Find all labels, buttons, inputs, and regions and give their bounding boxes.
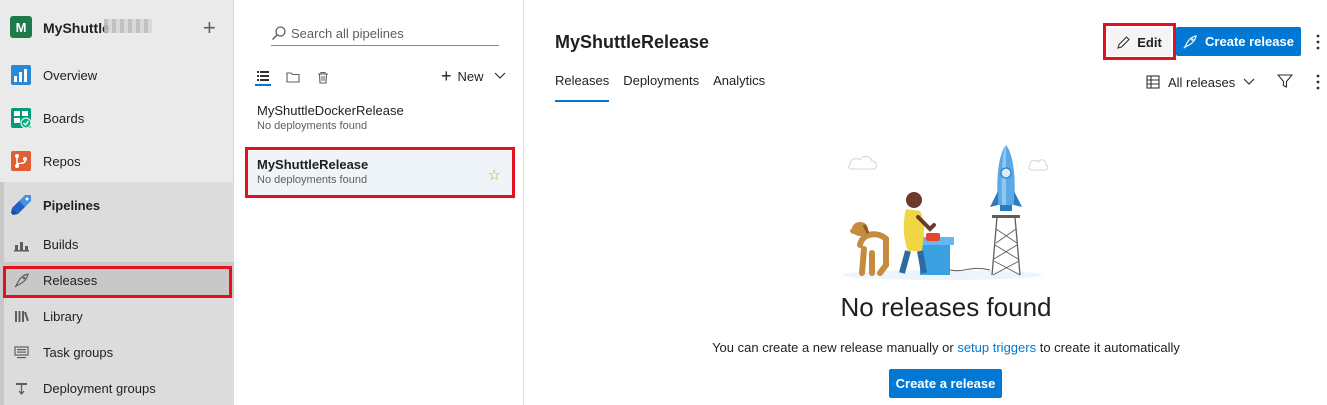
plus-icon: + [441, 66, 452, 86]
nav-item-boards[interactable]: Boards [0, 100, 234, 136]
left-navigation: M MyShuttle + Overview Boards Repos Pipe… [0, 0, 234, 405]
search-icon [271, 26, 286, 41]
empty-state-illustration [842, 145, 1049, 280]
overview-icon [11, 65, 31, 85]
chevron-down-icon [494, 72, 505, 79]
repos-icon [11, 151, 31, 171]
pipeline-item-mydockerrelease[interactable]: MyShuttleDockerRelease No deployments fo… [247, 97, 515, 145]
nav-label-repos: Repos [43, 153, 81, 169]
filter-icon[interactable] [1277, 73, 1293, 89]
chevron-down-icon [1243, 78, 1255, 85]
nav-item-pipelines[interactable]: Pipelines [0, 187, 234, 223]
nav-item-repos[interactable]: Repos [0, 143, 234, 179]
empty-desc-text-1: You can create a new release manually or [712, 340, 954, 355]
add-project-icon[interactable]: + [203, 15, 216, 41]
new-pipeline-button[interactable]: + New [441, 65, 506, 87]
organization-header: M MyShuttle + [0, 6, 234, 46]
delete-icon[interactable] [315, 68, 331, 86]
create-release-button[interactable]: Create release [1176, 27, 1301, 56]
empty-desc-text-2: to create it automatically [1039, 340, 1180, 355]
filter-label: All releases [1168, 74, 1236, 90]
rocket-icon [1183, 34, 1197, 48]
create-a-release-button[interactable]: Create a release [889, 369, 1002, 398]
nav-label-deployment-groups: Deployment groups [43, 380, 156, 396]
org-avatar[interactable]: M [10, 16, 32, 38]
nav-item-builds[interactable]: Builds [0, 226, 234, 262]
empty-state-title: No releases found [840, 292, 1052, 322]
library-icon [15, 310, 29, 322]
nav-label-task-groups: Task groups [43, 344, 114, 360]
pipelines-icon [11, 195, 31, 215]
task-groups-icon [14, 345, 29, 358]
create-release-label: Create release [1205, 34, 1294, 49]
tab-releases[interactable]: Releases [555, 73, 610, 102]
nav-label-pipelines: Pipelines [43, 197, 101, 213]
nav-item-overview[interactable]: Overview [0, 57, 234, 93]
table-view-icon [1146, 75, 1160, 89]
more-options-icon[interactable] [1313, 72, 1323, 92]
tab-deployments[interactable]: Deployments [623, 73, 699, 102]
nav-label-overview: Overview [43, 67, 98, 83]
builds-icon [14, 241, 29, 251]
folder-view-icon[interactable] [285, 68, 301, 86]
search-input[interactable] [291, 22, 496, 44]
edit-highlight-box [1103, 23, 1176, 60]
new-label: New [457, 68, 484, 84]
pipeline-status: No deployments found [257, 120, 368, 132]
list-view-icon[interactable] [255, 68, 271, 86]
boards-icon [11, 108, 32, 129]
release-pipeline-main: MyShuttleRelease Edit Create release Rel… [525, 0, 1327, 405]
pipeline-name: MyShuttleDockerRelease [257, 103, 404, 118]
redacted-org-suffix [104, 19, 152, 33]
page-title: MyShuttleRelease [555, 32, 710, 52]
pipeline-list-panel: + New MyShuttleDockerRelease No deployme… [235, 0, 524, 405]
nav-label-library: Library [43, 308, 83, 324]
release-filter-dropdown[interactable]: All releases [1146, 72, 1255, 92]
org-name[interactable]: MyShuttle [43, 20, 110, 36]
more-options-icon[interactable] [1313, 32, 1323, 52]
nav-item-task-groups[interactable]: Task groups [0, 334, 234, 370]
nav-item-library[interactable]: Library [0, 298, 234, 334]
tab-bar: Releases Deployments Analytics [555, 73, 765, 103]
view-switcher [255, 66, 331, 88]
setup-triggers-link[interactable]: setup triggers [957, 340, 1036, 355]
selected-pipeline-highlight-box [245, 147, 515, 198]
pipeline-search[interactable] [271, 22, 499, 46]
nav-label-builds: Builds [43, 236, 79, 252]
nav-item-deployment-groups[interactable]: Deployment groups [0, 370, 234, 405]
releases-highlight-box [3, 266, 232, 298]
tab-analytics[interactable]: Analytics [713, 73, 765, 102]
nav-label-boards: Boards [43, 110, 85, 126]
deployment-groups-icon [16, 382, 27, 395]
empty-state-description: You can create a new release manually or… [525, 340, 1327, 355]
